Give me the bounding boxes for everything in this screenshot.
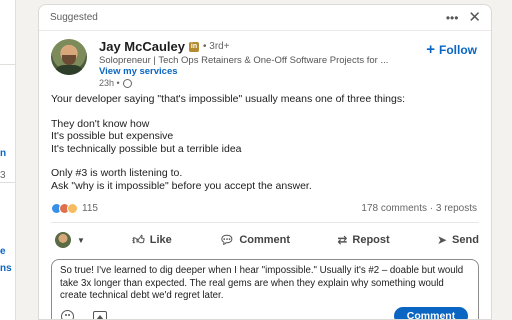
post-line: Ask "why is it impossible" before you ac… — [51, 179, 312, 192]
comment-input[interactable]: So true! I've learned to dig deeper when… — [51, 259, 479, 319]
insightful-reaction-icon — [67, 203, 78, 214]
plus-icon: + — [426, 41, 435, 58]
repost-label: Repost — [352, 234, 390, 246]
submit-comment-button[interactable]: Comment — [394, 307, 468, 319]
like-button[interactable]: 👍︎ Like — [132, 233, 172, 248]
left-peek-text[interactable]: e — [0, 246, 6, 258]
suggested-label: Suggested — [50, 12, 98, 23]
emoji-icon[interactable] — [61, 310, 74, 319]
reaction-count: 115 — [82, 203, 98, 214]
card-top-actions: ••• ✕ — [446, 10, 481, 25]
caret-down-icon: ▼ — [77, 235, 85, 245]
speech-bubble-icon: 💬︎ — [219, 233, 235, 247]
card-header: Suggested ••• ✕ — [39, 5, 491, 31]
post-timestamp: 23h • — [99, 78, 132, 88]
left-peek-text[interactable]: ns — [0, 263, 12, 275]
left-divider — [0, 182, 16, 183]
view-services-link[interactable]: View my services — [99, 66, 178, 77]
reactions-summary[interactable]: 115 — [51, 203, 98, 214]
repost-icon: ⇄ — [337, 233, 348, 247]
author-headline: Solopreneur | Tech Ops Retainers & One-O… — [99, 55, 389, 66]
comment-label: Comment — [239, 234, 291, 246]
globe-icon — [122, 78, 132, 88]
timestamp-text: 23h • — [99, 78, 120, 88]
author-name-row: Jay McCauley in • 3rd+ — [99, 39, 230, 54]
like-label: Like — [149, 234, 172, 246]
post-line: Your developer saying "that's impossible… — [51, 93, 406, 105]
repost-button[interactable]: ⇄ Repost — [337, 233, 389, 247]
send-icon: ➤ — [436, 233, 448, 247]
actor-switcher[interactable]: ▼ — [55, 232, 85, 248]
linkedin-premium-icon: in — [189, 41, 199, 52]
post-line: It's possible but expensive — [51, 130, 174, 142]
avatar[interactable] — [51, 39, 87, 75]
thumbs-up-icon: 👍︎ — [132, 232, 145, 247]
post-body: Your developer saying "that's impossible… — [39, 83, 491, 192]
send-label: Send — [452, 234, 479, 246]
post-line: It's technically possible but a terrible… — [51, 142, 242, 155]
avatar — [55, 232, 71, 248]
social-counts: 115 178 comments · 3 reposts — [39, 192, 491, 216]
follow-button[interactable]: + Follow — [426, 41, 477, 58]
left-column-sliver: n 3 e ns — [0, 0, 16, 320]
post-actions: ▼ 👍︎ Like 💬︎ Comment ⇄ Repost ➤ Send — [39, 223, 491, 257]
comments-reposts-count[interactable]: 178 comments · 3 reposts — [361, 203, 477, 214]
send-button[interactable]: ➤ Send — [437, 233, 479, 247]
follow-label: Follow — [439, 43, 477, 57]
left-peek-text: 3 — [0, 170, 6, 181]
comment-button[interactable]: 💬︎ Comment — [219, 233, 290, 247]
connection-degree: • 3rd+ — [203, 41, 230, 52]
comment-draft-text[interactable]: So true! I've learned to dig deeper when… — [60, 265, 470, 303]
post-line: They don't know how — [51, 117, 150, 130]
feed-post-card: Suggested ••• ✕ Jay McCauley in • 3rd+ S… — [38, 4, 492, 320]
author-name[interactable]: Jay McCauley — [99, 39, 185, 54]
post-line: Only #3 is worth listening to. — [51, 167, 183, 179]
post-author: Jay McCauley in • 3rd+ Solopreneur | Tec… — [39, 31, 491, 88]
left-peek-text[interactable]: n — [0, 148, 6, 160]
ellipsis-icon[interactable]: ••• — [446, 12, 459, 24]
close-icon[interactable]: ✕ — [468, 10, 481, 25]
left-divider — [0, 64, 16, 65]
image-icon[interactable] — [93, 311, 107, 319]
